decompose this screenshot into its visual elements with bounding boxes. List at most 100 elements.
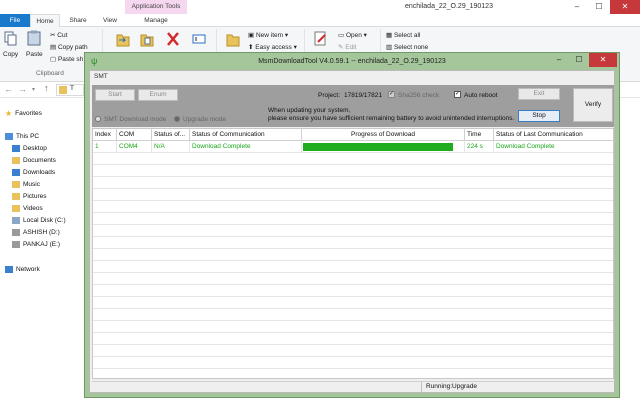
table-row[interactable] [93,261,613,273]
paste-icon[interactable] [27,30,41,46]
sidebar-item-pankaj-drive[interactable]: PANKAJ (E:) [12,241,60,248]
table-row[interactable] [93,165,613,177]
table-row[interactable] [93,345,613,357]
copy-icon[interactable] [4,31,18,47]
header-progress[interactable]: Progress of Download [302,129,465,141]
enum-button[interactable]: Enum [138,89,178,101]
header-time[interactable]: Time [465,129,494,141]
dialog-body: SMT Start Enum Project: 17819/17821 ✓ Sh… [89,70,615,393]
close-icon[interactable]: ✕ [589,53,617,67]
table-row[interactable] [93,225,613,237]
tab-share[interactable]: Share [64,14,92,27]
sidebar-item-pictures[interactable]: Pictures [12,193,46,200]
back-icon[interactable]: ← [4,84,13,94]
path-segment[interactable]: T [70,85,74,92]
table-row[interactable] [93,321,613,333]
sidebar-item-videos[interactable]: Videos [12,205,43,212]
sidebar-item-downloads[interactable]: Downloads [12,169,55,176]
table-row[interactable] [93,357,613,369]
table-row[interactable] [93,285,613,297]
tab-home[interactable]: Home [30,14,60,27]
paste-shortcut-button[interactable]: ▢ Paste sh [50,55,83,63]
select-all-button[interactable]: ▦ Select all [386,31,420,39]
edit-button[interactable]: ✎ Edit [338,43,356,51]
clipboard-group-label: Clipboard [36,70,64,77]
upgrade-mode-radio[interactable] [174,116,180,122]
cell-time: 224 s [465,141,494,153]
paste-button[interactable]: Paste [26,51,43,58]
sidebar-item-network[interactable]: Network [5,266,40,273]
navigation-pane: ★ Favorites This PC Desktop Documents Dow… [0,98,86,410]
header-index[interactable]: Index [93,129,117,141]
control-panel: Start Enum Project: 17819/17821 ✓ Sha256… [92,85,614,127]
copy-path-button[interactable]: ▤ Copy path [50,43,88,51]
sidebar-item-favorites[interactable]: ★ Favorites [5,109,42,118]
new-folder-icon[interactable] [226,31,240,47]
table-row[interactable] [93,177,613,189]
table-row[interactable] [93,249,613,261]
app-icon: ψ [91,56,98,66]
header-status-of[interactable]: Status of... [152,129,190,141]
verify-button[interactable]: Verify [573,88,613,122]
minimize-icon[interactable]: – [549,53,569,67]
table-row[interactable] [93,201,613,213]
forward-icon[interactable]: → [18,84,27,94]
recent-locations-icon[interactable]: ▾ [32,86,35,93]
table-row[interactable] [93,273,613,285]
new-item-button[interactable]: ▣ New item ▾ [248,31,288,39]
select-none-button[interactable]: ▥ Select none [386,43,428,51]
start-button[interactable]: Start [95,89,135,101]
sha256-checkbox[interactable]: ✓ [388,91,395,98]
copy-to-icon[interactable] [140,31,154,47]
easy-access-button[interactable]: ⬆ Easy access ▾ [248,43,297,51]
sidebar-item-desktop[interactable]: Desktop [12,145,47,152]
header-com[interactable]: COM [117,129,152,141]
table-row[interactable] [93,333,613,345]
open-button[interactable]: ▭ Open ▾ [338,31,367,39]
documents-icon [12,157,20,164]
delete-icon[interactable] [166,31,180,47]
table-row[interactable] [93,189,613,201]
close-icon[interactable]: ✕ [610,0,640,14]
sidebar-item-local-disk[interactable]: Local Disk (C:) [12,217,66,224]
up-icon[interactable]: ↑ [44,83,49,93]
auto-reboot-label: Auto reboot [464,92,498,99]
table-row[interactable] [93,309,613,321]
cell-com: COM4 [117,141,152,153]
table-row[interactable]: 1 COM4 N/A Download Complete 224 s Downl… [93,141,613,153]
table-row[interactable] [93,213,613,225]
ribbon-tabs: File Home Share View Manage [0,14,640,27]
tab-manage[interactable]: Manage [132,14,180,27]
smt-mode-label: SMT Download mode [104,116,167,123]
header-status-communication[interactable]: Status of Communication [190,129,302,141]
move-to-icon[interactable] [116,31,130,47]
sidebar-item-documents[interactable]: Documents [12,157,56,164]
select-all-icon: ▦ [386,32,394,39]
progress-bar-fill [303,143,453,151]
rename-icon[interactable] [192,31,206,47]
sidebar-item-music[interactable]: Music [12,181,40,188]
sidebar-item-ashish-drive[interactable]: ASHISH (D:) [12,229,60,236]
stop-button[interactable]: Stop [518,110,560,122]
maximize-icon[interactable]: ☐ [569,53,589,67]
sidebar-item-this-pc[interactable]: This PC [5,133,39,140]
minimize-icon[interactable]: – [566,0,588,14]
table-row[interactable] [93,153,613,165]
exit-button[interactable]: Exit [518,88,560,100]
copy-button[interactable]: Copy [3,51,18,58]
tab-file[interactable]: File [0,14,30,27]
table-row[interactable] [93,297,613,309]
address-bar[interactable]: T [56,84,84,96]
table-row[interactable] [93,237,613,249]
folder-icon [59,86,67,94]
smt-tab[interactable]: SMT [94,73,108,80]
cut-button[interactable]: ✂ Cut [50,31,67,39]
tab-view[interactable]: View [96,14,124,27]
smt-mode-radio[interactable] [95,116,101,122]
properties-icon[interactable] [314,31,328,47]
header-last-communication[interactable]: Status of Last Communication [494,129,613,141]
maximize-icon[interactable]: ☐ [588,0,610,14]
computer-icon [5,133,13,140]
auto-reboot-checkbox[interactable]: ✓ [454,91,461,98]
drive-icon [12,241,20,248]
